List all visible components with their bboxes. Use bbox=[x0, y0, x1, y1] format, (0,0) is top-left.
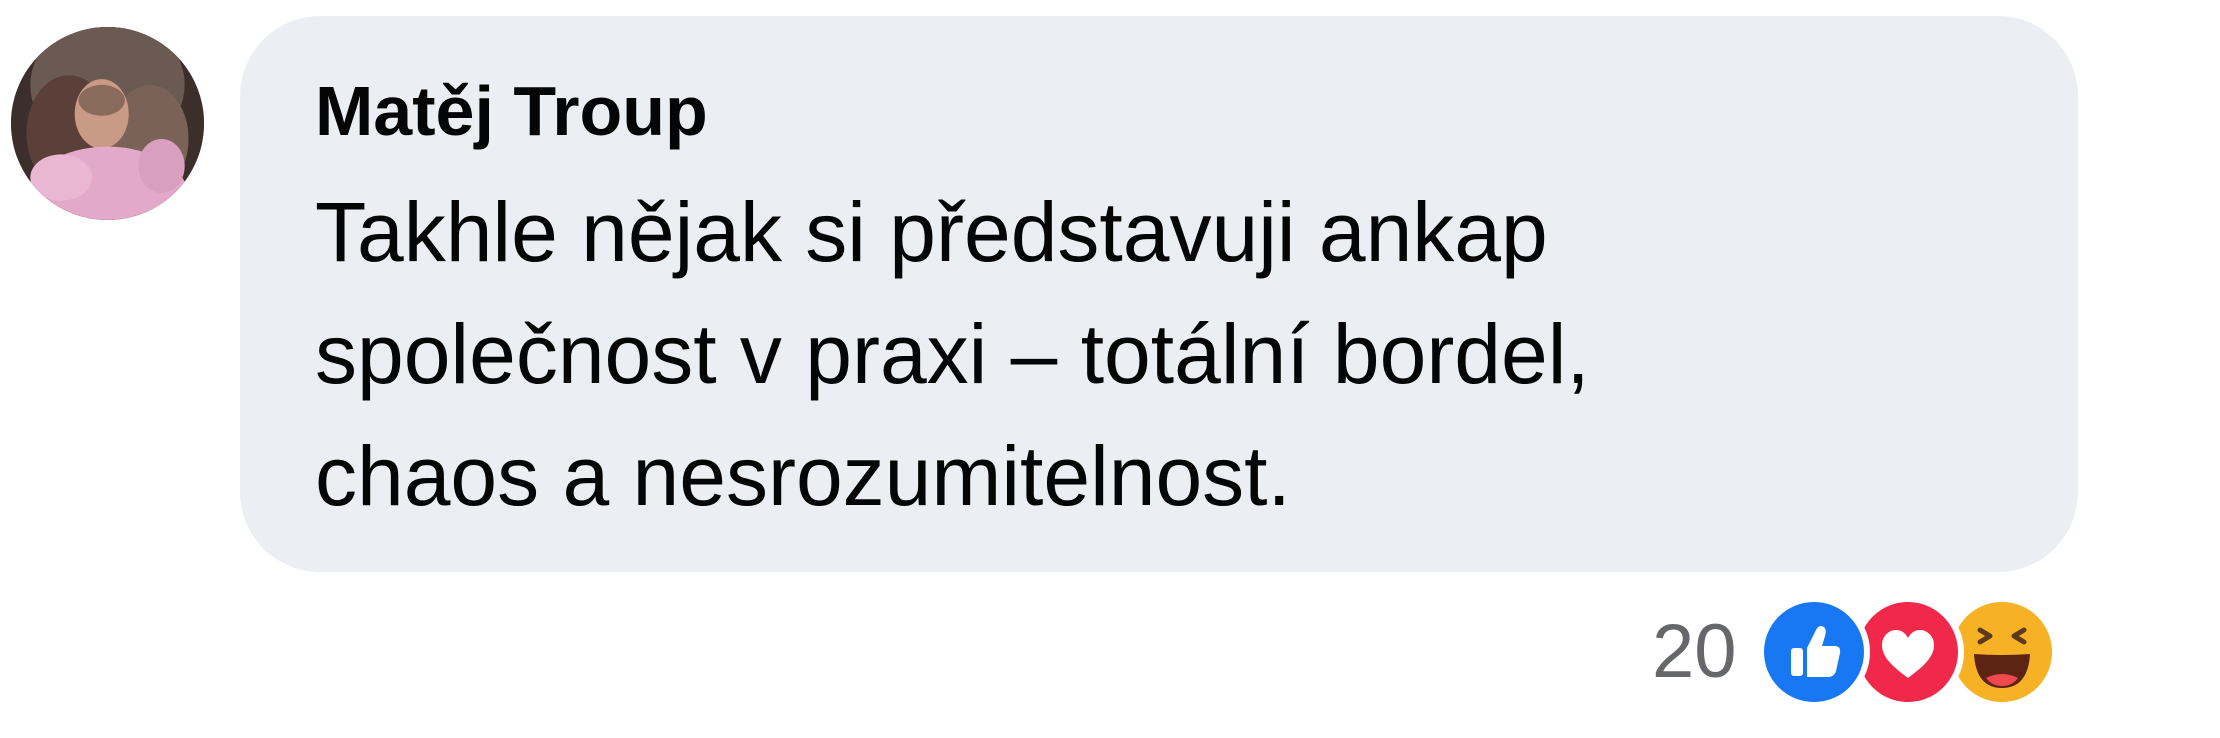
comment-text: Takhle nějak si představuji ankap společ… bbox=[315, 171, 1815, 537]
comment-author[interactable]: Matěj Troup bbox=[315, 76, 708, 146]
comment-text-line: společnost v praxi – totální bordel, bbox=[315, 307, 1590, 401]
comment-bubble: Matěj Troup Takhle nějak si představuji … bbox=[240, 16, 2078, 572]
comment-text-line: chaos a nesrozumitelnost. bbox=[315, 429, 1291, 523]
reaction-count: 20 bbox=[1652, 609, 1737, 694]
comment-text-line: Takhle nějak si představuji ankap bbox=[315, 185, 1548, 279]
like-icon bbox=[1758, 596, 1870, 708]
avatar[interactable] bbox=[11, 27, 204, 220]
profile-photo bbox=[11, 27, 204, 220]
